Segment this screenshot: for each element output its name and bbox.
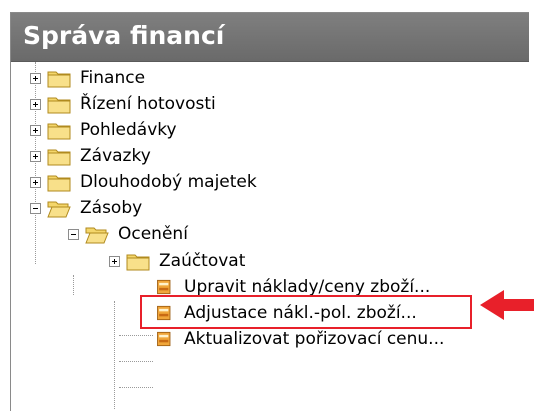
menu-tree: Finance Řízení hotovosti Pohledávky Záva…: [11, 62, 529, 411]
tree-connector: [73, 275, 74, 295]
tree-item-label: Ocenění: [118, 224, 188, 244]
tree-item-label: Řízení hotovosti: [80, 94, 216, 114]
collapse-icon[interactable]: [30, 202, 41, 214]
folder-closed-icon: [47, 97, 71, 114]
expand-icon[interactable]: [109, 255, 120, 267]
tree-item-rizeni-hotovosti[interactable]: Řízení hotovosti: [30, 91, 218, 117]
folder-closed-icon: [47, 71, 71, 88]
tree-item-pohledavky[interactable]: Pohledávky: [30, 117, 179, 143]
form-icon: [157, 331, 171, 347]
expand-icon[interactable]: [30, 98, 41, 110]
tree-connector: [119, 361, 153, 362]
tree-item-label: Dlouhodobý majetek: [80, 172, 257, 192]
folder-closed-icon: [47, 123, 71, 140]
expand-icon[interactable]: [30, 150, 41, 162]
tree-item-dlouhodoby-majetek[interactable]: Dlouhodobý majetek: [30, 169, 259, 195]
tree-connector: [114, 301, 115, 409]
tree-item-zavazky[interactable]: Závazky: [30, 143, 153, 169]
arrow-pointer-icon: [480, 290, 534, 320]
expand-icon[interactable]: [30, 176, 41, 188]
tree-item-label: Aktualizovat pořizovací cenu...: [184, 329, 445, 349]
tree-item-zauctovat[interactable]: Zaúčtovat: [109, 248, 247, 274]
folder-open-icon: [85, 227, 109, 244]
tree-item-zasoby[interactable]: Zásoby: [30, 195, 144, 221]
tree-item-label: Zásoby: [80, 198, 143, 218]
expand-icon[interactable]: [30, 124, 41, 136]
tree-item-aktualizovat-porizovaci-cenu[interactable]: Aktualizovat pořizovací cenu...: [155, 326, 446, 352]
folder-closed-icon: [47, 149, 71, 166]
tree-item-label: Finance: [80, 68, 146, 88]
folder-closed-icon: [47, 175, 71, 192]
collapse-icon[interactable]: [68, 228, 79, 240]
tree-item-label: Závazky: [80, 146, 151, 166]
tree-item-label: Pohledávky: [80, 120, 177, 140]
tree-connector: [119, 387, 153, 388]
highlight-box: [140, 295, 472, 329]
folder-open-icon: [47, 201, 71, 218]
expand-icon[interactable]: [30, 72, 41, 84]
tree-item-finance[interactable]: Finance: [30, 65, 147, 91]
tree-item-oceneni[interactable]: Ocenění: [68, 221, 190, 247]
folder-closed-icon: [126, 254, 150, 271]
tree-item-label: Zaúčtovat: [159, 251, 246, 271]
navigation-pane: Správa financí Finance Řízení hotovosti …: [10, 12, 529, 411]
pane-title: Správa financí: [11, 13, 529, 62]
form-icon: [157, 279, 171, 295]
tree-connector: [119, 335, 153, 336]
